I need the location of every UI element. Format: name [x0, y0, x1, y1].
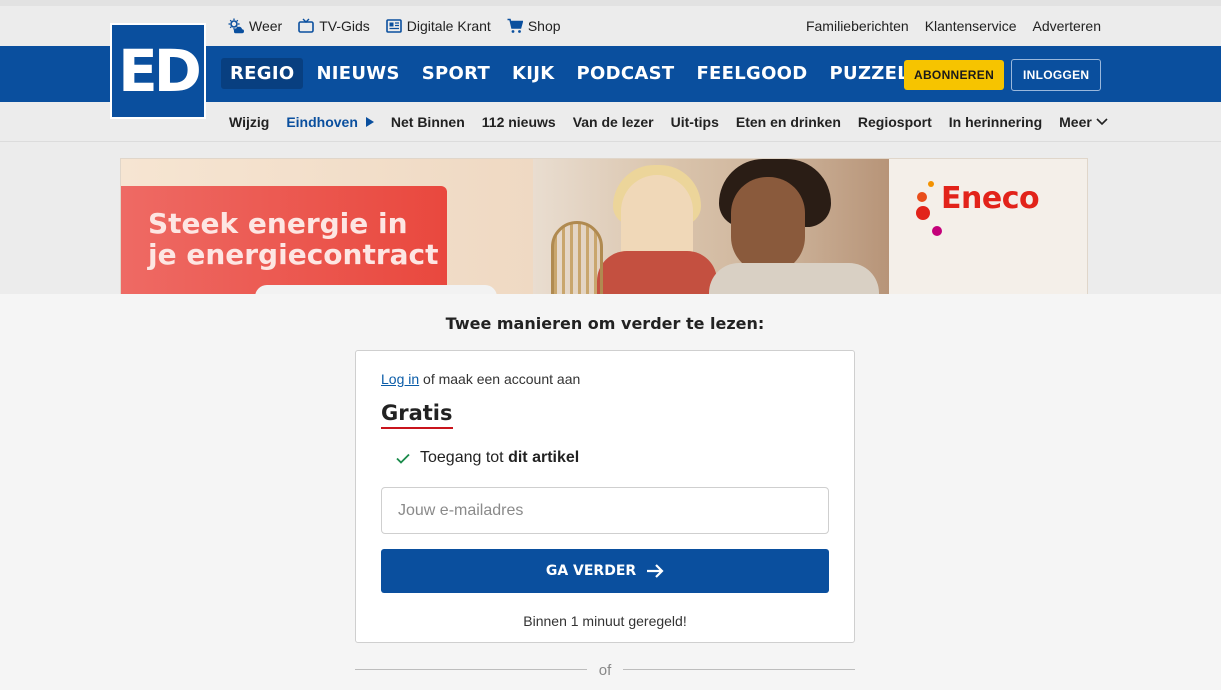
free-account-card: Log in of maak een account aan Gratis To…: [355, 350, 855, 643]
cart-icon: [507, 18, 523, 33]
family-notices-link[interactable]: Familieberichten: [806, 18, 909, 34]
advertise-link[interactable]: Adverteren: [1033, 18, 1101, 34]
subnav-item-112-nieuws[interactable]: 112 nieuws: [482, 114, 556, 130]
nav-item-kijk[interactable]: KIJK: [503, 58, 564, 89]
or-label: of: [598, 662, 612, 679]
ad-headline: Steek energie in je energiecontract: [148, 207, 439, 271]
main-nav-items: REGIO NIEUWS SPORT KIJK PODCAST FEELGOOD…: [221, 58, 918, 89]
signup-note: Binnen 1 minuut geregeld!: [523, 613, 687, 629]
nav-item-feelgood[interactable]: FEELGOOD: [687, 58, 816, 89]
subnav-item-regiosport[interactable]: Regiosport: [858, 114, 932, 130]
subnav-item-net-binnen[interactable]: Net Binnen: [391, 114, 465, 130]
utility-links-right: Familieberichten Klantenservice Adverter…: [806, 18, 1101, 34]
login-line-text: of maak een account aan: [423, 371, 581, 387]
site-logo[interactable]: ED: [110, 23, 206, 119]
customer-service-link[interactable]: Klantenservice: [925, 18, 1017, 34]
digital-paper-link[interactable]: Digitale Krant: [385, 18, 491, 34]
more-menu[interactable]: Meer: [1059, 114, 1108, 130]
subnav-item-van-de-lezer[interactable]: Van de lezer: [573, 114, 654, 130]
email-field[interactable]: [381, 487, 829, 534]
login-button[interactable]: INLOGGEN: [1011, 59, 1102, 91]
login-link[interactable]: Log in: [381, 371, 419, 387]
ad-headline-box: Steek energie in je energiecontract: [121, 186, 447, 297]
caret-right-icon: [365, 117, 374, 127]
or-divider: of: [355, 662, 855, 679]
change-region-link[interactable]: Wijzig: [229, 114, 269, 130]
feature-item: Toegang tot dit artikel: [396, 449, 579, 467]
nav-item-sport[interactable]: SPORT: [413, 58, 499, 89]
check-icon: [396, 453, 410, 464]
chevron-down-icon: [1096, 118, 1108, 126]
ad-brand-name: Eneco: [941, 181, 1040, 216]
subnav-item-eten-en-drinken[interactable]: Eten en drinken: [736, 114, 841, 130]
arrow-right-icon: [647, 564, 664, 578]
nav-item-regio[interactable]: REGIO: [221, 58, 304, 89]
tv-icon: [298, 18, 315, 33]
paywall-title: Twee manieren om verder te lezen:: [445, 314, 765, 333]
eneco-logo-icon: [916, 181, 942, 236]
continue-button[interactable]: GA VERDER: [381, 549, 829, 593]
subscribe-button[interactable]: ABONNEREN: [904, 60, 1005, 90]
tv-guide-link[interactable]: TV-Gids: [298, 18, 370, 34]
ad-brand-panel: Eneco: [889, 159, 1087, 297]
shop-link[interactable]: Shop: [507, 18, 561, 34]
utility-links-left: Weer TV-Gids Digitale Krant Shop: [228, 18, 561, 34]
subnav-item-uit-tips[interactable]: Uit-tips: [671, 114, 719, 130]
sub-nav-items: Wijzig Eindhoven Net Binnen 112 nieuws V…: [229, 114, 1108, 130]
lamp-shade: [551, 221, 603, 297]
advertisement-banner[interactable]: Steek energie in je energiecontract Enec…: [120, 158, 1088, 298]
nav-item-podcast[interactable]: PODCAST: [568, 58, 684, 89]
login-line: Log in of maak een account aan: [381, 371, 580, 387]
region-selector[interactable]: Eindhoven: [286, 114, 374, 130]
weather-link[interactable]: Weer: [228, 18, 282, 34]
nav-item-nieuws[interactable]: NIEUWS: [307, 58, 408, 89]
paywall-overlay: Twee manieren om verder te lezen: Log in…: [0, 294, 1221, 690]
ad-photo: [533, 159, 889, 297]
plan-name: Gratis: [381, 401, 453, 429]
weather-icon: [228, 18, 244, 34]
newspaper-icon: [385, 19, 402, 33]
subnav-item-in-herinnering[interactable]: In herinnering: [949, 114, 1042, 130]
